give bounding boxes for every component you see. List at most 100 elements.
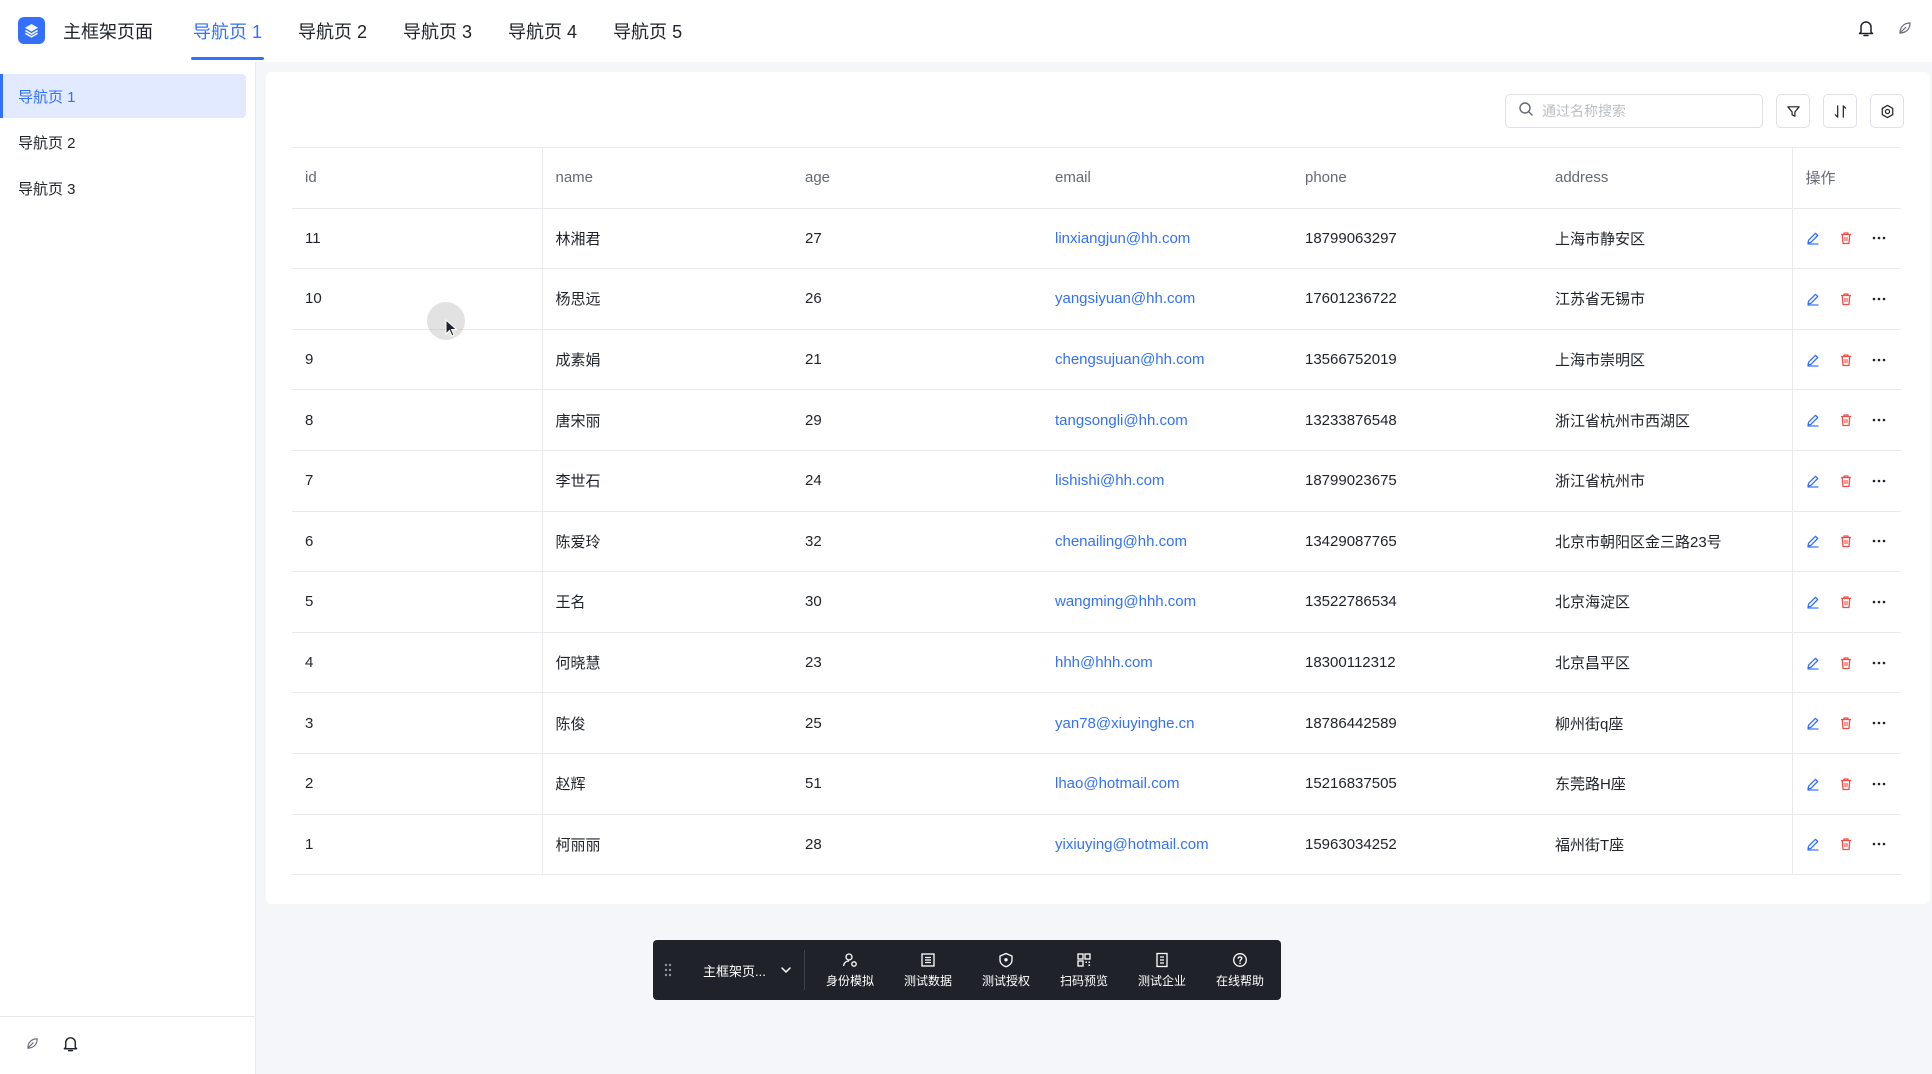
table-row[interactable]: 4 何晓慧 23 hhh@hhh.com 18300112312 北京昌平区	[292, 632, 1901, 694]
table-row[interactable]: 5 王名 30 wangming@hhh.com 13522786534 北京海淀区	[292, 571, 1901, 633]
cell-email[interactable]: lhao@hotmail.com	[1042, 753, 1292, 815]
edit-icon[interactable]	[1806, 413, 1820, 427]
more-icon[interactable]	[1872, 782, 1886, 786]
cell-operations	[1792, 450, 1901, 512]
cell-address: 上海市崇明区	[1542, 329, 1793, 391]
table-row[interactable]: 2 赵辉 51 lhao@hotmail.com 15216837505 东莞路H座	[292, 753, 1901, 815]
page-select-label: 主框架页...	[703, 963, 766, 979]
delete-icon[interactable]	[1839, 595, 1853, 609]
edit-icon[interactable]	[1806, 656, 1820, 670]
cell-email[interactable]: chengsujuan@hh.com	[1042, 329, 1292, 391]
leaf-icon[interactable]	[1898, 21, 1912, 40]
dev-item-test-company[interactable]: 测试企业	[1123, 952, 1201, 989]
bell-icon[interactable]	[1856, 18, 1876, 43]
cell-email[interactable]: yixiuying@hotmail.com	[1042, 814, 1292, 876]
sidebar-item-nav-1[interactable]: 导航页 1	[0, 74, 246, 118]
search-input[interactable]	[1542, 103, 1742, 119]
top-nav-tab-4[interactable]: 导航页 4	[508, 0, 577, 62]
table-row[interactable]: 10 杨思远 26 yangsiyuan@hh.com 17601236722 江苏省无锡…	[292, 268, 1902, 330]
header-age[interactable]: age	[792, 147, 1042, 209]
delete-icon[interactable]	[1839, 534, 1853, 548]
more-icon[interactable]	[1872, 358, 1886, 362]
delete-icon[interactable]	[1839, 656, 1853, 670]
more-icon[interactable]	[1872, 236, 1886, 240]
cell-age: 23	[792, 632, 1042, 694]
delete-icon[interactable]	[1839, 777, 1853, 791]
search-icon	[1518, 101, 1534, 122]
filter-button[interactable]	[1776, 94, 1810, 128]
settings-button[interactable]	[1870, 94, 1904, 128]
header-email[interactable]: email	[1042, 147, 1292, 209]
dev-item-test-data[interactable]: 测试数据	[889, 952, 967, 989]
cell-email[interactable]: linxiangjun@hh.com	[1042, 208, 1292, 270]
leaf-icon[interactable]	[26, 1037, 39, 1055]
table-row[interactable]: 8 唐宋丽 29 tangsongli@hh.com 13233876548 浙江省杭州市…	[292, 389, 1901, 451]
table-row[interactable]: 3 陈俊 25 yan78@xiuyinghe.cn 18786442589 柳州街q座	[292, 692, 1901, 754]
top-nav-tab-2[interactable]: 导航页 2	[298, 0, 367, 62]
delete-icon[interactable]	[1839, 413, 1853, 427]
more-icon[interactable]	[1872, 418, 1886, 422]
sidebar-item-nav-2[interactable]: 导航页 2	[0, 120, 246, 164]
edit-icon[interactable]	[1806, 716, 1820, 730]
cell-email[interactable]: tangsongli@hh.com	[1042, 389, 1292, 451]
more-icon[interactable]	[1872, 721, 1886, 725]
more-icon[interactable]	[1872, 842, 1886, 846]
top-nav-tab-1[interactable]: 导航页 1	[190, 0, 265, 62]
cell-operations	[1792, 692, 1901, 754]
delete-icon[interactable]	[1839, 353, 1853, 367]
delete-icon[interactable]	[1839, 292, 1853, 306]
dev-item-scan-preview[interactable]: 扫码预览	[1045, 952, 1123, 989]
dev-item-test-auth[interactable]: 测试授权	[967, 952, 1045, 989]
dev-item-identity[interactable]: 身份模拟	[811, 952, 889, 989]
more-icon[interactable]	[1872, 661, 1886, 665]
more-icon[interactable]	[1872, 539, 1886, 543]
edit-icon[interactable]	[1806, 837, 1820, 851]
sort-button[interactable]	[1823, 94, 1857, 128]
delete-icon[interactable]	[1839, 474, 1853, 488]
cell-email[interactable]: yangsiyuan@hh.com	[1042, 268, 1292, 330]
more-icon[interactable]	[1872, 297, 1886, 301]
top-nav-tab-5[interactable]: 导航页 5	[613, 0, 682, 62]
edit-icon[interactable]	[1806, 292, 1820, 306]
edit-icon[interactable]	[1806, 231, 1820, 245]
cell-email[interactable]: wangming@hhh.com	[1042, 571, 1292, 633]
edit-icon[interactable]	[1806, 595, 1820, 609]
drag-handle-icon[interactable]	[653, 963, 683, 977]
row-actions	[1806, 292, 1902, 306]
more-icon[interactable]	[1872, 600, 1886, 604]
table-row[interactable]: 11 林湘君 27 linxiangjun@hh.com 18799063297 上海市静…	[292, 208, 1901, 270]
dev-item-online-help[interactable]: 在线帮助	[1201, 952, 1279, 989]
cell-phone: 15963034252	[1292, 814, 1542, 876]
edit-icon[interactable]	[1806, 474, 1820, 488]
table-row[interactable]: 6 陈爱玲 32 chenailing@hh.com 13429087765 北京市朝阳区…	[292, 511, 1901, 573]
cell-email[interactable]: hhh@hhh.com	[1042, 632, 1292, 694]
edit-icon[interactable]	[1806, 777, 1820, 791]
bell-icon[interactable]	[61, 1034, 80, 1058]
cell-email[interactable]: yan78@xiuyinghe.cn	[1042, 692, 1292, 754]
cell-email[interactable]: lishishi@hh.com	[1042, 450, 1292, 512]
top-nav-tab-3[interactable]: 导航页 3	[403, 0, 472, 62]
cell-id: 4	[292, 632, 543, 694]
header-address[interactable]: address	[1542, 147, 1793, 209]
app-logo[interactable]	[18, 17, 45, 44]
table-row[interactable]: 1 柯丽丽 28 yixiuying@hotmail.com 15963034252 福州…	[292, 814, 1901, 876]
cell-operations	[1792, 814, 1901, 876]
edit-icon[interactable]	[1806, 534, 1820, 548]
header-id[interactable]: id	[292, 147, 543, 209]
page-select[interactable]: 主框架页...	[683, 950, 805, 990]
help-icon	[1233, 952, 1247, 967]
table-row[interactable]: 9 成素娟 21 chengsujuan@hh.com 13566752019 上海市崇明…	[292, 329, 1901, 391]
header-name[interactable]: name	[542, 147, 792, 209]
delete-icon[interactable]	[1839, 837, 1853, 851]
cell-address: 东莞路H座	[1542, 753, 1793, 815]
table-row[interactable]: 7 李世石 24 lishishi@hh.com 18799023675 浙江省杭州市	[292, 450, 1901, 512]
mouse-cursor-icon	[445, 318, 459, 342]
delete-icon[interactable]	[1839, 716, 1853, 730]
more-icon[interactable]	[1872, 479, 1886, 483]
delete-icon[interactable]	[1839, 231, 1853, 245]
cell-email[interactable]: chenailing@hh.com	[1042, 511, 1292, 573]
header-phone[interactable]: phone	[1292, 147, 1542, 209]
filter-icon	[1786, 105, 1800, 117]
edit-icon[interactable]	[1806, 353, 1820, 367]
sidebar-item-nav-3[interactable]: 导航页 3	[0, 166, 246, 210]
